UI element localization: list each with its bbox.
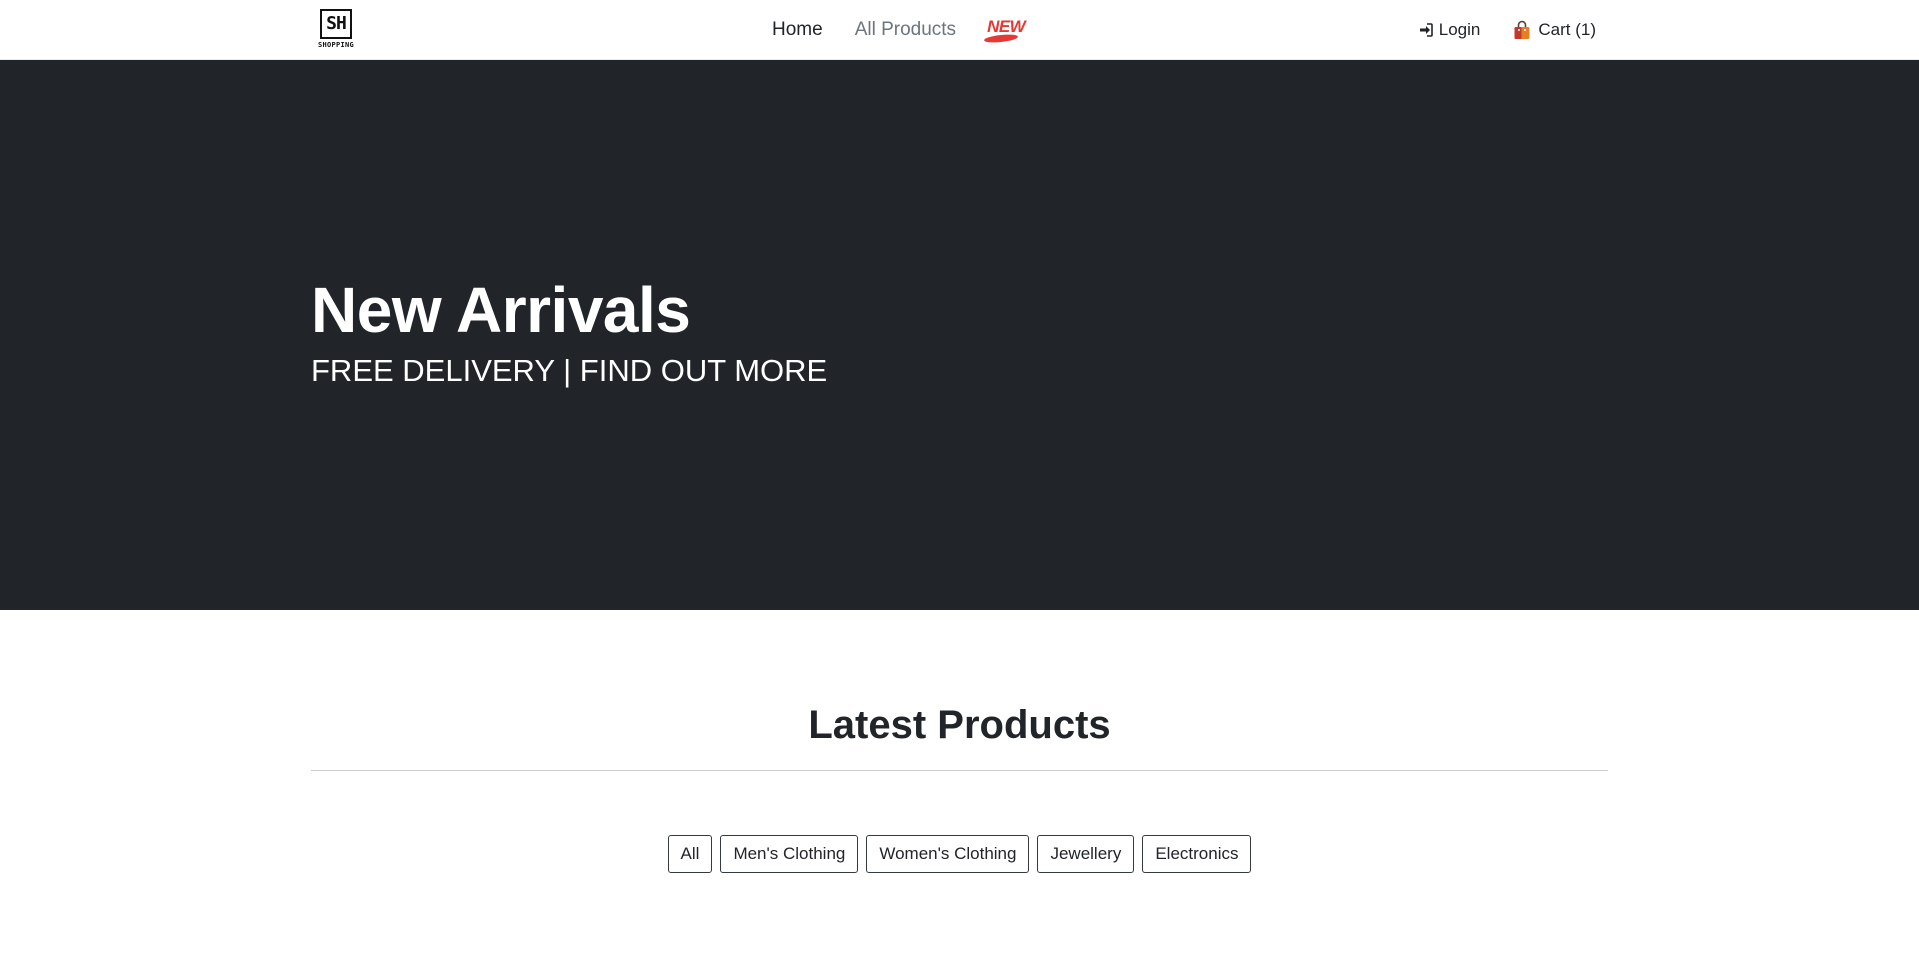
navbar: SH SHOPPING Home All Products NEW Login	[0, 0, 1919, 60]
main-nav: Home All Products NEW	[772, 0, 1026, 60]
nav-link-home[interactable]: Home	[772, 19, 823, 41]
hero-banner: New Arrivals FREE DELIVERY | FIND OUT MO…	[0, 60, 1919, 610]
filter-mens-clothing-button[interactable]: Men's Clothing	[720, 835, 859, 873]
category-filters: All Men's Clothing Women's Clothing Jewe…	[0, 835, 1919, 873]
new-badge-label: NEW	[987, 17, 1026, 36]
nav-link-all-products[interactable]: All Products	[855, 19, 956, 41]
latest-products-title: Latest Products	[808, 703, 1111, 747]
filter-womens-clothing-button[interactable]: Women's Clothing	[866, 835, 1030, 873]
hero-title: New Arrivals	[311, 274, 691, 346]
section-divider	[311, 770, 1608, 771]
filter-jewellery-button[interactable]: Jewellery	[1037, 835, 1135, 873]
brand-logo[interactable]: SH SHOPPING	[315, 9, 357, 53]
shopping-bag-icon	[1512, 20, 1532, 40]
cart-label: Cart (1)	[1538, 20, 1596, 39]
filter-electronics-button[interactable]: Electronics	[1142, 835, 1252, 873]
login-button[interactable]: Login	[1419, 20, 1481, 40]
new-arrivals-badge[interactable]: NEW	[983, 15, 1026, 45]
cart-button[interactable]: Cart (1)	[1512, 20, 1596, 40]
logo-mark: SH	[320, 9, 352, 39]
hero-subtitle: FREE DELIVERY | FIND OUT MORE	[311, 353, 828, 388]
filter-all-button[interactable]: All	[667, 835, 713, 873]
login-label: Login	[1438, 20, 1481, 39]
nav-actions: Login Cart (1)	[1387, 0, 1596, 60]
sign-in-icon	[1419, 23, 1433, 37]
logo-text: SHOPPING	[317, 41, 355, 49]
